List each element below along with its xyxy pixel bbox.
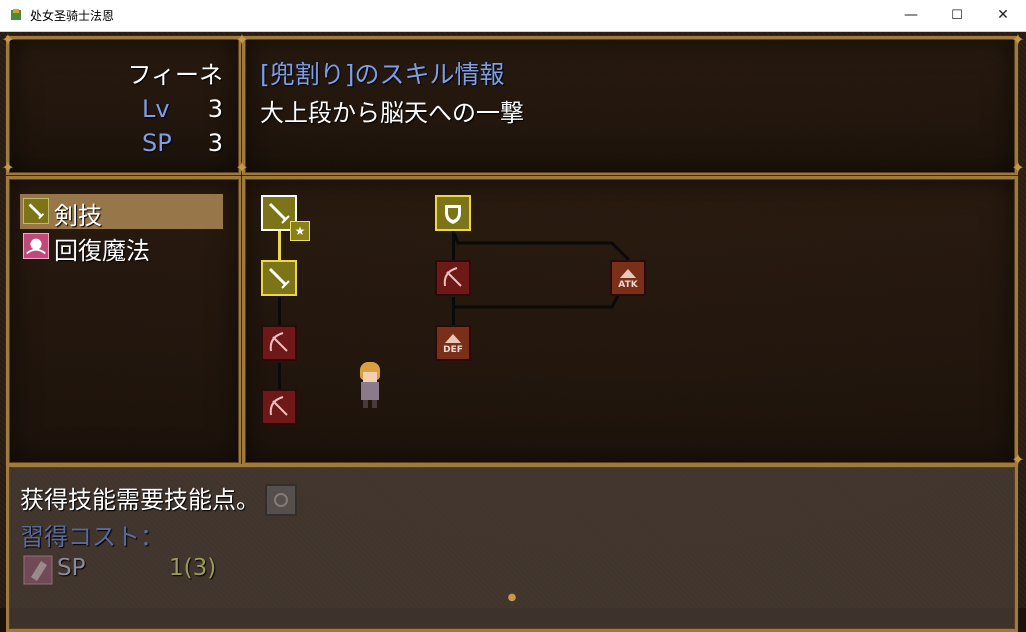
category-item-sword[interactable]: 剣技: [20, 194, 223, 230]
page-indicator-icon: ●: [507, 592, 517, 603]
bow-locked-icon: [435, 260, 471, 296]
star-badge: ★: [290, 221, 310, 241]
frame-ornament-icon: ✦: [1011, 30, 1025, 49]
skill-node-locked[interactable]: [261, 325, 297, 361]
sp-value: 3: [207, 129, 223, 157]
category-label: 回復魔法: [54, 237, 150, 265]
skill-node-kabutowari[interactable]: ★: [261, 195, 310, 241]
frame-ornament-icon: ✦: [1011, 450, 1025, 469]
level-label: Lv: [142, 95, 170, 123]
cost-value: 1(3): [169, 555, 217, 581]
app-icon: [11, 9, 21, 20]
cost-type: SP: [57, 555, 86, 581]
shield-icon: [435, 195, 471, 231]
skill-node-def-up[interactable]: DEF: [435, 325, 471, 361]
cost-label: 習得コスト：: [20, 523, 164, 551]
message-text: 获得技能需要技能点。: [20, 486, 260, 514]
window-title: 处女圣骑士法恩: [30, 9, 115, 23]
close-button[interactable]: ✕: [980, 0, 1026, 31]
skill-node-locked[interactable]: [435, 260, 471, 296]
def-label: DEF: [443, 345, 463, 355]
skill-node-hidden: [265, 484, 301, 520]
skill-info-panel: [兜割り]のスキル情報 大上段から脳天への一撃: [241, 35, 1019, 177]
category-label: 剣技: [54, 202, 102, 230]
atk-up-icon: [610, 260, 646, 296]
game-screen: フィーネ Lv 3 SP 3 [兜割り]のスキル情報 大上段から脳天への一撃 剣…: [0, 30, 1026, 632]
message-window: 获得技能需要技能点。 習得コスト： SP 1(3): [6, 464, 1018, 632]
actor-name: フィーネ: [127, 61, 223, 89]
minimize-button[interactable]: —: [888, 0, 934, 31]
category-item-heal-magic[interactable]: 回復魔法: [20, 229, 223, 265]
frame-ornament-icon: ✦: [235, 158, 249, 177]
frame-ornament-icon: ✦: [1011, 158, 1025, 177]
skill-tree-panel: [241, 175, 1019, 467]
skill-node-shield[interactable]: [435, 195, 471, 231]
skill-node-locked[interactable]: [261, 389, 297, 425]
tree-connector: [278, 297, 281, 327]
def-up-icon: [435, 325, 471, 361]
level-value: 3: [207, 95, 223, 123]
frame-ornament-icon: ✦: [1, 30, 15, 49]
frame-ornament-icon: ✦: [1, 158, 15, 177]
window-titlebar: 处女圣骑士法恩 — ☐ ✕: [0, 0, 1026, 32]
skill-node-sword-2[interactable]: [261, 260, 297, 296]
skill-info-title: [兜割り]のスキル情報: [260, 60, 505, 89]
bow-locked-icon: [261, 325, 297, 361]
sp-label: SP: [142, 129, 172, 157]
actor-status-panel: フィーネ Lv 3 SP 3: [5, 35, 243, 177]
sword-icon: [23, 198, 49, 224]
bow-locked-icon: [261, 389, 297, 425]
frame-ornament-icon: ✦: [235, 30, 249, 49]
atk-label: ATK: [618, 280, 638, 290]
character-sprite: [354, 360, 386, 408]
maximize-button[interactable]: ☐: [934, 0, 980, 31]
heal-magic-icon: [23, 233, 49, 259]
hidden-icon: [265, 484, 297, 516]
sword-icon: [261, 260, 297, 296]
skill-description: 大上段から脳天への一撃: [260, 99, 524, 127]
skill-node-atk-up[interactable]: ATK: [610, 260, 646, 296]
scroll-icon: [23, 555, 53, 585]
